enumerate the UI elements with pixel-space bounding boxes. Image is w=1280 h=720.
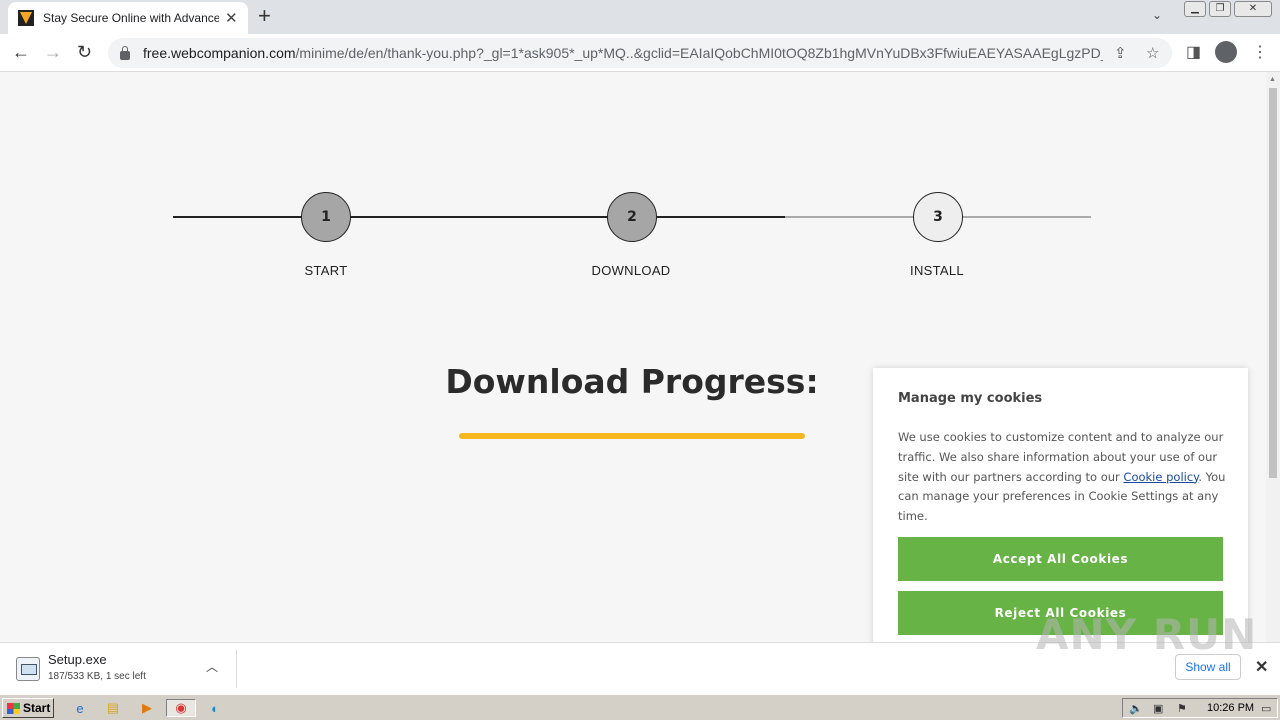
window-minimize-icon[interactable]: ▁: [1184, 1, 1206, 17]
tab-title: Stay Secure Online with Advanced A: [43, 11, 219, 25]
show-desktop-icon[interactable]: ▭: [1261, 702, 1271, 715]
chrome-taskbar-icon[interactable]: ◉: [166, 699, 196, 717]
share-icon[interactable]: ⇪: [1114, 44, 1127, 62]
site-favicon-icon: [18, 10, 34, 26]
profile-avatar-icon[interactable]: [1215, 41, 1237, 63]
chevron-up-icon[interactable]: ︿: [206, 658, 218, 675]
volume-icon[interactable]: 🔈: [1129, 702, 1143, 715]
divider: [236, 650, 237, 688]
windows-taskbar: Start e ▤ ▶ ◉ ◐ 🔈 ▣ ⚑ 10:26 PM ▭: [0, 694, 1280, 720]
action-center-flag-icon[interactable]: ⚑: [1177, 702, 1187, 715]
taskbar-clock: 10:26 PM: [1207, 702, 1255, 714]
download-status: 187/533 KB, 1 sec left: [48, 671, 146, 682]
page-scrollbar[interactable]: ▲: [1266, 72, 1280, 642]
back-arrow-icon[interactable]: ←: [12, 41, 30, 63]
page-content: 1 2 3 START DOWNLOAD INSTALL Download Pr…: [0, 72, 1266, 642]
address-bar[interactable]: free.webcompanion.com/minime/de/en/thank…: [108, 38, 1172, 68]
download-file-name: Setup.exe: [48, 652, 107, 667]
cookie-dialog-text: We use cookies to customize content and …: [898, 430, 1226, 524]
close-download-shelf-icon[interactable]: ✕: [1255, 657, 1268, 677]
system-tray: 🔈 ▣ ⚑ 10:26 PM ▭: [1122, 698, 1278, 718]
step-3-label: INSTALL: [910, 263, 964, 278]
reload-icon[interactable]: ↻: [77, 41, 92, 63]
window-restore-icon[interactable]: ❐: [1209, 1, 1231, 17]
browser-tab-strip: Stay Secure Online with Advanced A ✕ + ⌄…: [0, 0, 1280, 34]
menu-kebab-icon[interactable]: ⋮: [1252, 42, 1268, 62]
progress-line-completed: [173, 216, 785, 218]
download-progress-heading: Download Progress:: [445, 362, 819, 401]
windows-logo-icon: [7, 702, 20, 714]
url-text[interactable]: free.webcompanion.com/minime/de/en/thank…: [143, 45, 1103, 61]
download-progress-bar: [459, 433, 805, 439]
side-panel-icon[interactable]: ◨: [1186, 42, 1201, 62]
browser-tab[interactable]: Stay Secure Online with Advanced A ✕: [8, 2, 248, 34]
accept-all-cookies-button[interactable]: Accept All Cookies: [898, 537, 1223, 581]
scrollbar-thumb[interactable]: [1269, 88, 1277, 478]
browser-toolbar: ← → ↻ free.webcompanion.com/minime/de/en…: [0, 34, 1280, 72]
edge-icon[interactable]: ◐: [205, 699, 225, 717]
network-icon[interactable]: ▣: [1153, 702, 1163, 715]
exe-file-icon: [16, 657, 40, 681]
step-2-circle: 2: [607, 192, 657, 242]
start-button[interactable]: Start: [2, 698, 54, 718]
file-explorer-icon[interactable]: ▤: [103, 699, 123, 717]
forward-arrow-icon[interactable]: →: [44, 41, 62, 63]
window-close-icon[interactable]: ✕: [1234, 1, 1272, 17]
cookie-consent-dialog: Manage my cookies We use cookies to cust…: [873, 368, 1248, 642]
step-1-circle: 1: [301, 192, 351, 242]
scroll-up-arrow-icon[interactable]: ▲: [1269, 76, 1276, 83]
media-player-icon[interactable]: ▶: [137, 699, 157, 717]
tab-close-icon[interactable]: ✕: [225, 11, 238, 26]
tab-search-chevron-icon[interactable]: ⌄: [1152, 8, 1162, 22]
bookmark-star-icon[interactable]: ☆: [1146, 44, 1159, 62]
step-3-circle: 3: [913, 192, 963, 242]
new-tab-plus-icon[interactable]: +: [258, 5, 271, 27]
internet-explorer-icon[interactable]: e: [70, 699, 90, 717]
lock-icon[interactable]: [120, 45, 130, 60]
cookie-policy-link[interactable]: Cookie policy: [1123, 470, 1198, 484]
step-1-label: START: [304, 263, 348, 278]
anyrun-watermark: ANY RUN: [1036, 610, 1258, 659]
cookie-dialog-title: Manage my cookies: [898, 391, 1043, 406]
download-progress-fill: [459, 433, 805, 439]
step-2-label: DOWNLOAD: [591, 263, 671, 278]
